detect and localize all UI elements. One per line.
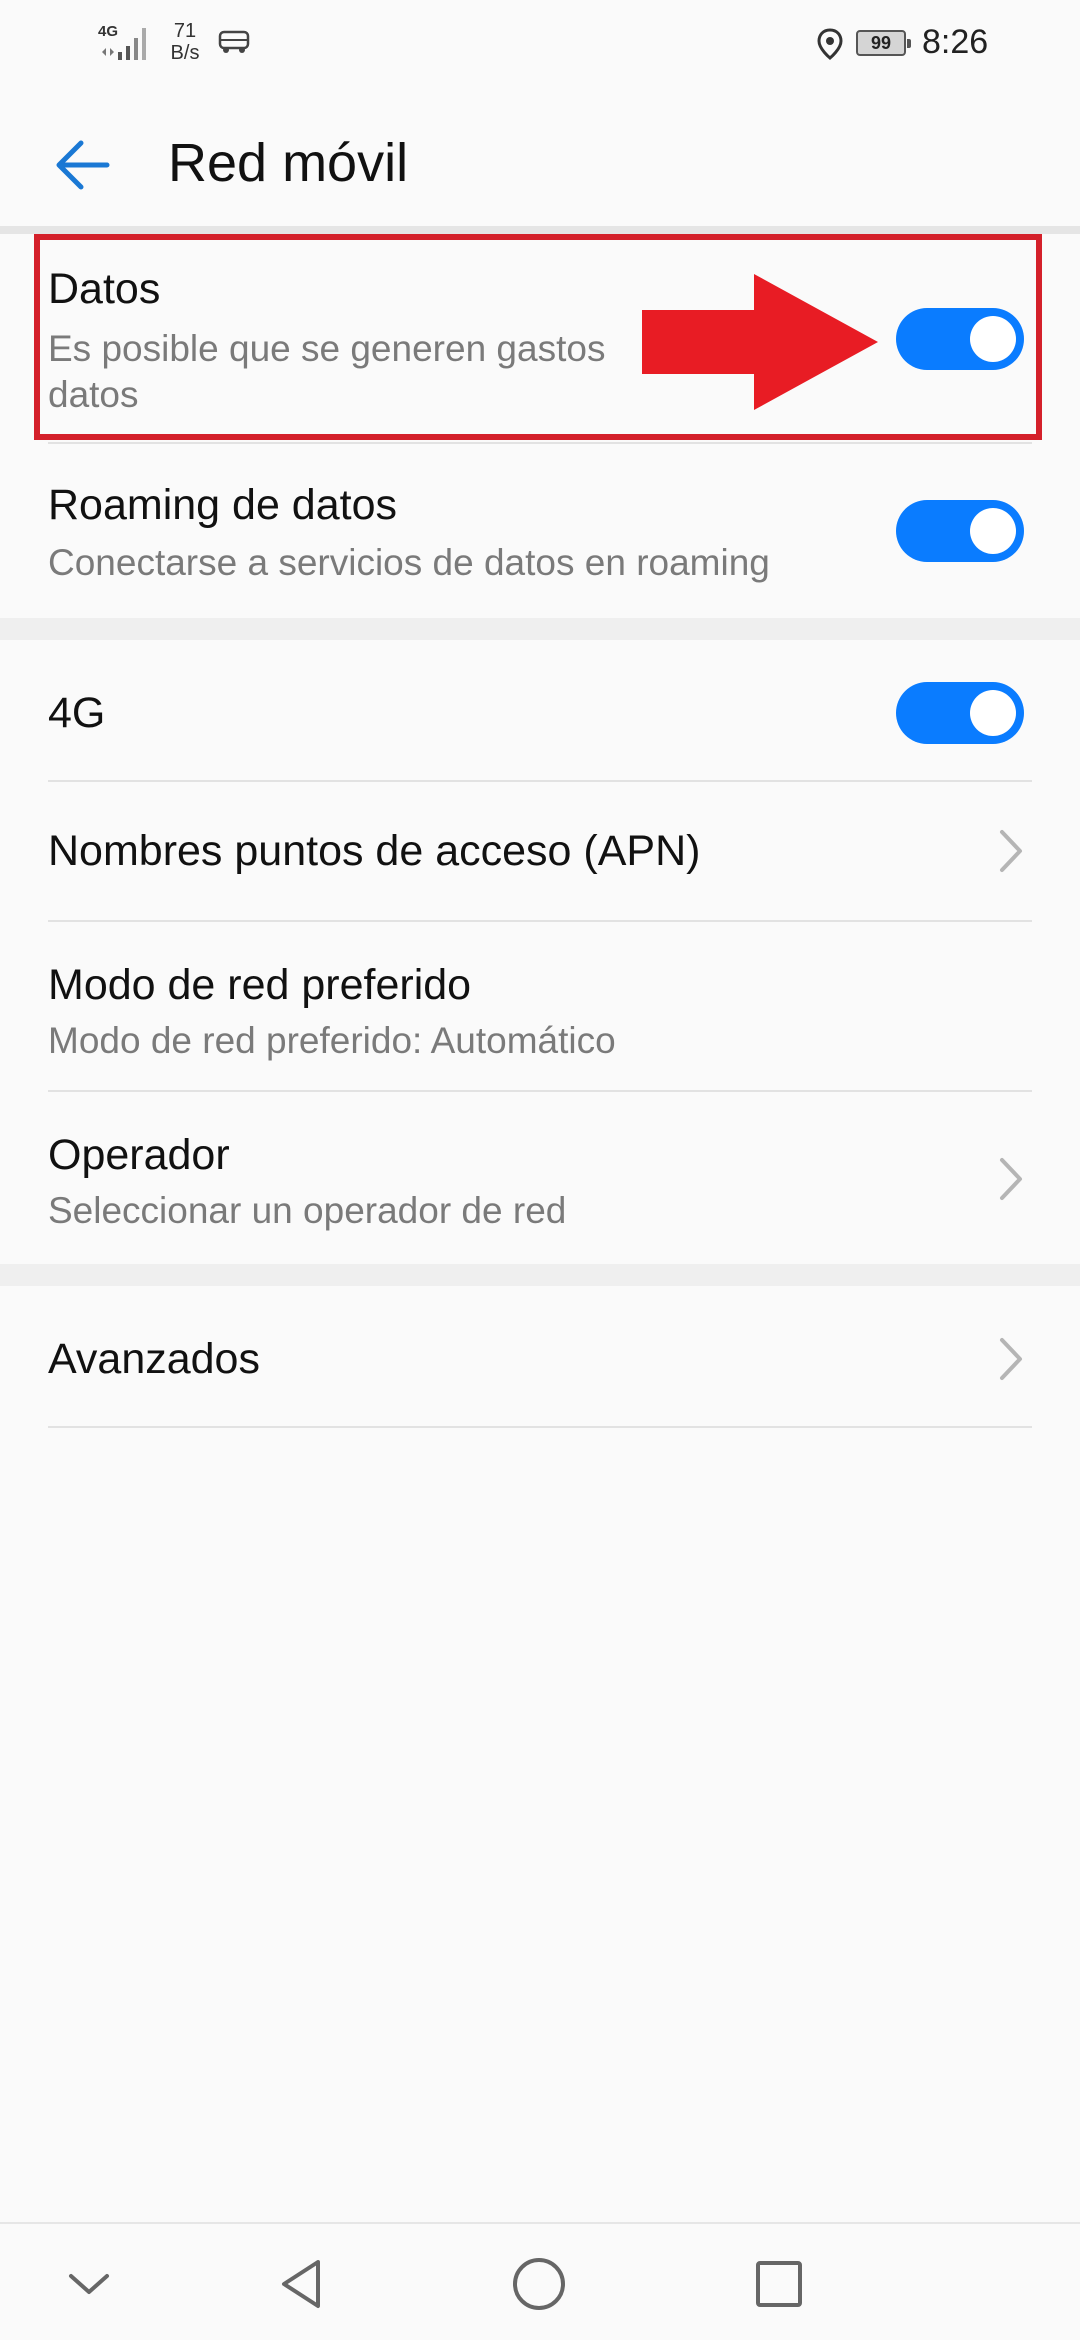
setting-operator[interactable]: Operador Seleccionar un operador de red	[0, 1092, 1080, 1262]
setting-roaming[interactable]: Roaming de datos Conectarse a servicios …	[0, 444, 1080, 616]
status-bar: 4G 71 B/s 99 8:26	[0, 0, 1080, 84]
nav-back-button[interactable]	[256, 2244, 346, 2324]
app-bar: Red móvil	[0, 84, 1080, 226]
chevron-down-icon	[69, 2274, 109, 2294]
setting-subtitle: Seleccionar un operador de red	[48, 1190, 567, 1231]
roaming-toggle[interactable]	[896, 500, 1024, 562]
header-divider	[0, 226, 1080, 234]
nav-hide-button[interactable]	[44, 2244, 134, 2324]
signal-icon	[102, 28, 146, 60]
speed-value: 71	[173, 20, 197, 42]
chevron-right-icon	[1000, 1158, 1022, 1200]
setting-advanced[interactable]: Avanzados	[0, 1286, 1080, 1426]
row-divider	[48, 1426, 1032, 1428]
section-gap	[0, 618, 1080, 640]
setting-title: Avanzados	[48, 1335, 260, 1383]
chevron-right-icon	[1000, 1338, 1022, 1380]
home-circle-icon	[513, 2258, 565, 2310]
screen: 4G 71 B/s 99 8:26 Red móvil Datos Es pos…	[0, 0, 1080, 2340]
page-title: Red móvil	[168, 133, 409, 193]
setting-title: Nombres puntos de acceso (APN)	[48, 827, 701, 875]
setting-4g[interactable]: 4G	[0, 640, 1080, 780]
speed-unit: B/s	[170, 42, 200, 64]
setting-title: Operador	[48, 1131, 230, 1179]
battery-indicator: 99	[856, 30, 911, 56]
vehicle-icon	[218, 30, 250, 53]
setting-title: Roaming de datos	[48, 481, 397, 529]
nav-recents-button[interactable]	[734, 2244, 824, 2324]
chevron-right-icon	[1000, 830, 1022, 872]
toggle-knob	[970, 508, 1016, 554]
lte-toggle[interactable]	[896, 682, 1024, 744]
navigation-bar	[0, 2222, 1080, 2340]
arrow-right-icon	[642, 274, 878, 410]
toggle-knob	[970, 690, 1016, 736]
setting-title: 4G	[48, 689, 106, 737]
setting-network-mode[interactable]: Modo de red preferido Modo de red prefer…	[0, 922, 1080, 1090]
setting-title: Modo de red preferido	[48, 961, 472, 1009]
back-triangle-icon	[282, 2260, 320, 2308]
arrow-left-icon	[56, 140, 110, 190]
back-button[interactable]	[36, 118, 130, 212]
location-icon	[817, 28, 843, 60]
setting-subtitle: Conectarse a servicios de datos en roami…	[48, 542, 770, 583]
section-gap	[0, 1264, 1080, 1286]
setting-subtitle: Modo de red preferido: Automático	[48, 1020, 616, 1061]
clock: 8:26	[922, 23, 989, 61]
recents-square-icon	[756, 2261, 802, 2307]
network-speed: 71 B/s	[168, 20, 202, 64]
nav-home-button[interactable]	[494, 2244, 584, 2324]
setting-apn[interactable]: Nombres puntos de acceso (APN)	[0, 782, 1080, 920]
highlight-box	[34, 234, 1042, 440]
